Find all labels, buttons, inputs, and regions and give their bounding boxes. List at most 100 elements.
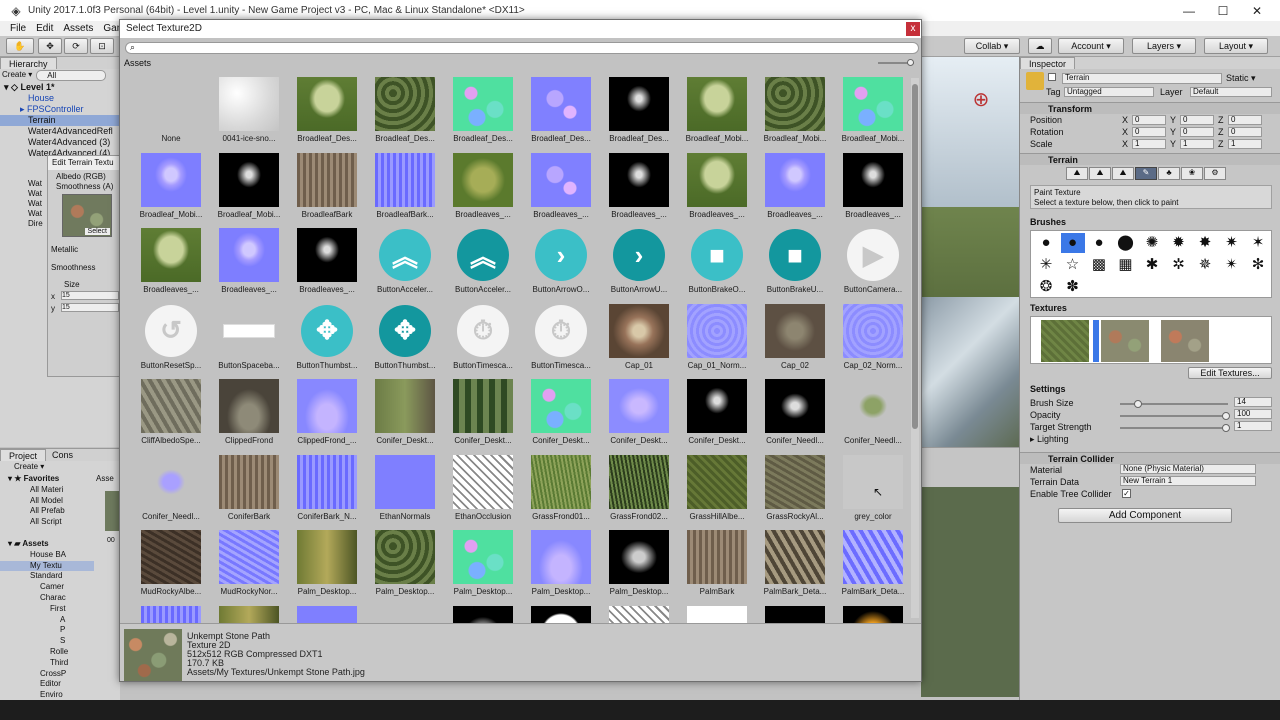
texture-item[interactable]: Conifer_Deskt... [678, 377, 756, 453]
menu-assets[interactable]: Assets [63, 23, 93, 34]
transform-header[interactable]: Transform [1020, 102, 1280, 114]
hierarchy-row[interactable]: Dire [28, 219, 43, 229]
cloud-icon[interactable]: ☁ [1028, 38, 1052, 54]
texture-item[interactable]: Broadleaves_... [756, 151, 834, 227]
texture-item[interactable]: Broadleaf_Des... [366, 75, 444, 151]
close-window-icon[interactable]: ✕ [1240, 0, 1274, 21]
texture-item[interactable] [522, 604, 600, 623]
terrain-data-field[interactable]: New Terrain 1 [1120, 476, 1256, 486]
asset-browser-tab[interactable]: Asse [96, 474, 114, 483]
texture-item[interactable]: Broadleaves_... [444, 151, 522, 227]
hierarchy-row[interactable]: ▸ FPSController [0, 104, 120, 115]
texture-item[interactable]: ✥ ButtonThumbst... [366, 302, 444, 378]
texture-item[interactable]: PalmBark_Deta... [834, 528, 912, 604]
texture-item[interactable]: ︽ ButtonAcceler... [366, 226, 444, 302]
asset-folder[interactable]: P [0, 625, 94, 636]
paint-details-icon[interactable]: ❀ [1181, 167, 1203, 180]
texture-item[interactable]: ButtonSpaceba... [210, 302, 288, 378]
asset-folder[interactable]: Rolle [0, 647, 94, 658]
brush-option[interactable]: ✴ [1220, 255, 1244, 275]
texture-item[interactable]: Broadleaves_... [600, 151, 678, 227]
hierarchy-search-input[interactable]: All [36, 70, 107, 81]
dialog-search-input[interactable]: ⌕ [125, 42, 919, 54]
tab-assets[interactable]: Assets [124, 58, 151, 68]
select-texture-button[interactable]: Select [84, 228, 110, 235]
texture-item[interactable]: Broadleaves_... [132, 226, 210, 302]
texture-item[interactable]: EthanOcclusion [444, 453, 522, 529]
texture-item[interactable]: Cap_01_Norm... [678, 302, 756, 378]
texture-item[interactable]: › ButtonArrowU... [600, 226, 678, 302]
texture-item[interactable]: EthanNormals [366, 453, 444, 529]
texture-item[interactable] [600, 604, 678, 623]
layout-button[interactable]: Layout ▾ [1204, 38, 1268, 54]
texture-item[interactable]: Broadleaf_Des... [600, 75, 678, 151]
texture-item[interactable]: ⏱ ButtonTimesca... [444, 302, 522, 378]
menu-edit[interactable]: Edit [36, 23, 53, 34]
terrain-texture-slot[interactable] [1101, 320, 1149, 362]
asset-folder[interactable]: Standard [0, 571, 94, 582]
brush-option[interactable]: ❂ [1034, 277, 1058, 297]
opacity-field[interactable]: 100 [1234, 409, 1272, 419]
lighting-foldout[interactable]: ▸ Lighting [1030, 434, 1069, 445]
texture-item[interactable]: Conifer_Deskt... [522, 377, 600, 453]
maximize-icon[interactable]: ☐ [1206, 0, 1240, 21]
texture-item[interactable]: Palm_Desktop... [444, 528, 522, 604]
smooth-height-icon[interactable]: ⛰ [1112, 167, 1134, 180]
hierarchy-row[interactable]: Water4AdvancedRefl [0, 126, 120, 137]
texture-item[interactable]: ↺ ButtonResetSp... [132, 302, 210, 378]
rotate-tool-icon[interactable]: ⟳ [64, 38, 88, 54]
brush-option[interactable]: ✷ [1220, 233, 1244, 253]
texture-item[interactable] [834, 604, 912, 623]
brush-option[interactable]: ● [1034, 233, 1058, 253]
brush-option[interactable]: ✻ [1246, 255, 1270, 275]
terrain-texture-slot[interactable] [1041, 320, 1089, 362]
asset-thumbnail[interactable] [105, 491, 120, 531]
scale-tool-icon[interactable]: ⊡ [90, 38, 114, 54]
texture-item[interactable]: PalmBark [678, 528, 756, 604]
raise-terrain-icon[interactable]: ⛰ [1066, 167, 1088, 180]
texture-item[interactable]: GrassFrond01... [522, 453, 600, 529]
terrain-component-header[interactable]: Terrain [1020, 153, 1280, 165]
scene-view[interactable]: ⊕ [921, 57, 1019, 697]
texture-item[interactable]: Cap_02_Norm... [834, 302, 912, 378]
terrain-collider-header[interactable]: Terrain Collider [1020, 452, 1280, 464]
pos-y-field[interactable]: 0 [1180, 115, 1214, 125]
brush-option[interactable]: ✱ [1140, 255, 1164, 275]
texture-item[interactable]: Broadleaves_... [288, 226, 366, 302]
texture-item[interactable]: › ButtonArrowO... [522, 226, 600, 302]
brush-option[interactable]: ✽ [1061, 277, 1085, 297]
hand-tool-icon[interactable]: ✋ [6, 38, 34, 54]
texture-item[interactable]: GrassFrond02... [600, 453, 678, 529]
texture-item[interactable]: ■ ButtonBrakeU... [756, 226, 834, 302]
size-y-field[interactable]: 15 [61, 303, 119, 312]
gameobject-name-field[interactable]: Terrain [1062, 73, 1222, 84]
pos-z-field[interactable]: 0 [1228, 115, 1262, 125]
terrain-texture-slot[interactable] [1161, 320, 1209, 362]
paint-height-icon[interactable]: ⛰ [1089, 167, 1111, 180]
hierarchy-row[interactable]: Wat [28, 179, 43, 189]
pos-x-field[interactable]: 0 [1132, 115, 1166, 125]
texture-item[interactable]: MudRockyNor... [210, 528, 288, 604]
favorites-header[interactable]: ▾ ★ Favorites [0, 474, 94, 485]
brush-option[interactable]: ▦ [1114, 255, 1138, 275]
brush-option[interactable]: ✳ [1034, 255, 1058, 275]
texture-item[interactable]: Palm_Desktop... [600, 528, 678, 604]
texture-item[interactable]: Conifer_Needl... [834, 377, 912, 453]
texture-item[interactable]: Broadleaves_... [678, 151, 756, 227]
hierarchy-row[interactable]: Water4Advanced (3) [0, 137, 120, 148]
tag-dropdown[interactable]: Untagged [1064, 87, 1154, 97]
active-checkbox[interactable] [1048, 73, 1056, 81]
texture-item[interactable]: Cap_02 [756, 302, 834, 378]
asset-folder[interactable]: Editor [0, 679, 94, 690]
texture-item[interactable]: Conifer_Needl... [132, 453, 210, 529]
scl-x-field[interactable]: 1 [1132, 139, 1166, 149]
account-button[interactable]: Account ▾ [1058, 38, 1124, 54]
texture-item[interactable]: 0041-ice-sno... [210, 75, 288, 151]
target-strength-field[interactable]: 1 [1234, 421, 1272, 431]
scene-row[interactable]: ▾ ◇ Level 1* [0, 82, 120, 93]
hierarchy-row[interactable]: House [0, 93, 120, 104]
texture-item[interactable]: Broadleaf_Des... [522, 75, 600, 151]
favorite-item[interactable]: All Prefab [0, 506, 94, 517]
texture-item[interactable]: Conifer_Deskt... [366, 377, 444, 453]
brush-option[interactable]: ⬤ [1114, 233, 1138, 253]
